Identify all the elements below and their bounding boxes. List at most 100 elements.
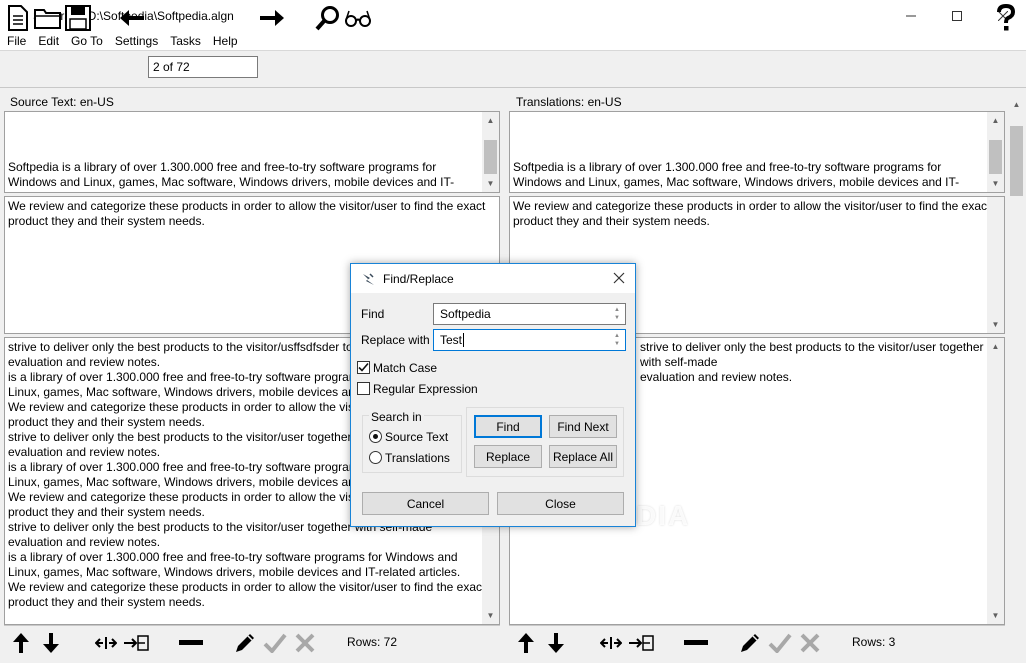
help-button[interactable]: [994, 4, 1018, 32]
find-replace-dialog: Find/Replace Find Softpedia ▲ ▼ Replace w…: [350, 263, 636, 527]
next-button[interactable]: [258, 4, 286, 32]
menu-file[interactable]: File: [4, 34, 31, 48]
scroll-thumb[interactable]: [1010, 126, 1023, 196]
open-folder-button[interactable]: [34, 4, 62, 32]
close-icon[interactable]: [611, 270, 627, 286]
search-icon: [315, 6, 339, 31]
replace-input-value: Test: [440, 333, 463, 347]
split-button[interactable]: [94, 630, 118, 656]
title-bar: Stingray - D:\Softpedia\Softpedia.algn: [0, 0, 1026, 31]
arrow-down-icon: [43, 633, 59, 653]
source-preview-pane[interactable]: Softpedia is a library of over 1.300.000…: [4, 111, 500, 193]
previous-button[interactable]: [118, 4, 146, 32]
translations-pane-label: Translations: en-US: [516, 95, 622, 109]
reject-button[interactable]: [292, 630, 318, 656]
question-mark-icon: [997, 4, 1016, 31]
cancel-button[interactable]: Cancel: [362, 492, 489, 515]
scroll-down-icon[interactable]: ▼: [987, 607, 1004, 624]
translations-radio-label[interactable]: Translations: [385, 451, 450, 465]
scroll-up-icon[interactable]: ▲: [987, 338, 1004, 355]
scroll-down-icon[interactable]: ▼: [987, 175, 1004, 192]
arrow-up-icon: [13, 633, 29, 653]
move-up-button[interactable]: [515, 630, 537, 656]
menu-go-to[interactable]: Go To: [68, 34, 108, 48]
regular-expression-label[interactable]: Regular Expression: [373, 382, 478, 396]
preview-button[interactable]: [344, 4, 372, 32]
folder-icon: [34, 9, 61, 29]
edit-button[interactable]: [232, 630, 258, 656]
translation-preview-pane[interactable]: Softpedia is a library of over 1.300.000…: [509, 111, 1005, 193]
menu-tasks[interactable]: Tasks: [167, 34, 206, 48]
find-button[interactable]: [314, 4, 342, 32]
maximize-button[interactable]: [934, 0, 980, 31]
glasses-icon: [345, 10, 371, 27]
source-preview-text: Softpedia is a library of over 1.300.000…: [8, 160, 455, 192]
move-down-button[interactable]: [545, 630, 567, 656]
move-down-button[interactable]: [40, 630, 62, 656]
dialog-title: Find/Replace: [383, 271, 454, 286]
minus-icon: [179, 640, 203, 645]
scroll-thumb[interactable]: [989, 140, 1002, 174]
reject-button[interactable]: [797, 630, 823, 656]
scroll-up-icon[interactable]: ▲: [1008, 96, 1025, 113]
minimize-button[interactable]: [888, 0, 934, 31]
checkmark-icon: [263, 633, 287, 653]
accept-button[interactable]: [767, 630, 793, 656]
replace-button[interactable]: Replace: [474, 445, 542, 468]
x-mark-icon: [295, 633, 315, 653]
translation-preview-scrollbar[interactable]: ▲ ▼: [987, 112, 1004, 192]
translation-list-scrollbar[interactable]: ▲ ▼: [987, 338, 1004, 624]
edit-button[interactable]: [737, 630, 763, 656]
record-position-field[interactable]: 2 of 72: [148, 56, 258, 78]
scroll-down-icon[interactable]: ▼: [987, 316, 1004, 333]
find-label: Find: [361, 307, 385, 321]
source-text-radio[interactable]: [369, 430, 382, 443]
scroll-up-icon[interactable]: ▲: [482, 112, 499, 129]
minus-icon: [684, 640, 708, 645]
merge-button[interactable]: [627, 630, 655, 656]
translation-edit-text[interactable]: We review and categorize these products …: [510, 197, 1004, 231]
split-button[interactable]: [599, 630, 623, 656]
arrow-up-icon: [518, 633, 534, 653]
find-dialog-button[interactable]: Find: [474, 415, 542, 438]
replace-with-input[interactable]: Test ▲ ▼: [433, 329, 626, 351]
scroll-up-icon[interactable]: ▲: [987, 112, 1004, 129]
translation-rows-count: Rows: 3: [852, 635, 896, 649]
menu-settings[interactable]: Settings: [112, 34, 163, 48]
main-scrollbar[interactable]: ▲: [1008, 96, 1025, 625]
find-input[interactable]: Softpedia ▲ ▼: [433, 303, 626, 325]
translations-radio[interactable]: [369, 451, 382, 464]
match-case-label[interactable]: Match Case: [373, 361, 437, 375]
delete-row-button[interactable]: [178, 630, 204, 656]
text-cursor: [463, 333, 465, 347]
accept-button[interactable]: [262, 630, 288, 656]
merge-icon: [124, 635, 149, 651]
replace-history-spinner[interactable]: ▲ ▼: [611, 332, 623, 348]
scroll-down-icon[interactable]: ▼: [482, 607, 499, 624]
save-button[interactable]: [65, 4, 91, 32]
source-preview-scrollbar[interactable]: ▲ ▼: [482, 112, 499, 192]
translation-edit-scrollbar[interactable]: ▼: [987, 197, 1004, 333]
delete-row-button[interactable]: [683, 630, 709, 656]
source-edit-text[interactable]: We review and categorize these products …: [5, 197, 499, 231]
minimize-icon: [906, 15, 916, 16]
new-document-button[interactable]: [6, 4, 30, 32]
replace-with-label: Replace with: [361, 333, 430, 347]
replace-all-button[interactable]: Replace All: [549, 445, 617, 468]
new-document-icon: [8, 5, 28, 31]
regular-expression-checkbox[interactable]: [357, 382, 370, 395]
save-icon: [65, 5, 91, 31]
arrow-left-icon: [120, 10, 144, 26]
arrow-down-icon: [548, 633, 564, 653]
find-next-button[interactable]: Find Next: [549, 415, 617, 438]
scroll-down-icon[interactable]: ▼: [482, 175, 499, 192]
source-text-radio-label[interactable]: Source Text: [385, 430, 448, 444]
merge-button[interactable]: [122, 630, 150, 656]
close-dialog-button[interactable]: Close: [497, 492, 624, 515]
scroll-thumb[interactable]: [484, 140, 497, 174]
match-case-checkbox[interactable]: [357, 361, 370, 374]
menu-edit[interactable]: Edit: [35, 34, 64, 48]
find-history-spinner[interactable]: ▲ ▼: [611, 306, 623, 322]
menu-help[interactable]: Help: [210, 34, 243, 48]
move-up-button[interactable]: [10, 630, 32, 656]
